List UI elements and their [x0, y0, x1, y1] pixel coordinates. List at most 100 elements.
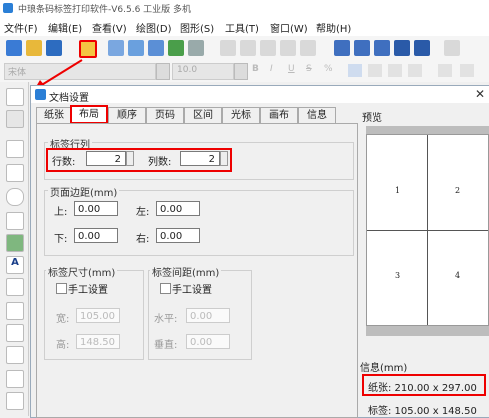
wizard-icon[interactable]	[168, 40, 184, 56]
preview-divider-h	[367, 230, 488, 231]
info-legend: 信息(mm)	[360, 363, 408, 374]
rounded-rect-icon[interactable]	[6, 212, 24, 230]
app-icon	[3, 3, 13, 13]
info-label-size: 标签: 105.00 x 148.50	[368, 406, 477, 417]
dialog-title-bar: 文档设置 ✕	[31, 86, 489, 104]
tab-layout[interactable]: 布局	[70, 105, 108, 124]
cols-spinner[interactable]	[220, 151, 228, 166]
undo-icon[interactable]	[280, 40, 296, 56]
justify-icon[interactable]	[408, 64, 422, 77]
fit-page-icon[interactable]	[394, 40, 410, 56]
margins-legend: 页面边距(mm)	[48, 184, 120, 199]
font-size-select[interactable]: 10.0	[172, 63, 234, 80]
gap-vertical-input[interactable]: 0.00	[186, 334, 230, 349]
open-icon[interactable]	[26, 40, 42, 56]
margin-bottom-label: 下:	[54, 234, 68, 245]
paste-icon[interactable]	[260, 40, 276, 56]
cols-label: 列数:	[148, 157, 172, 168]
menu-draw[interactable]: 绘图(D)	[136, 20, 172, 35]
italic-button[interactable]: I	[270, 64, 273, 74]
indent-icon[interactable]	[460, 64, 474, 77]
shape-icon[interactable]	[6, 324, 24, 342]
redo-icon[interactable]	[300, 40, 316, 56]
pan-icon[interactable]	[6, 110, 24, 128]
menu-help[interactable]: 帮助(H)	[316, 20, 351, 35]
margin-left-input[interactable]: 0.00	[156, 201, 200, 216]
zoom-in-icon[interactable]	[334, 40, 350, 56]
title-bar: 中琅条码标签打印软件-V6.5.6 工业版 多机	[0, 0, 489, 16]
label-height-label: 高:	[56, 340, 70, 351]
label-width-label: 宽:	[56, 314, 70, 325]
label-gap-manual-label: 手工设置	[172, 285, 212, 296]
label-gap-legend: 标签间距(mm)	[150, 264, 222, 279]
label-size-manual-label: 手工设置	[68, 285, 108, 296]
strikethrough-button[interactable]: S	[306, 64, 312, 74]
bold-button[interactable]: B	[252, 64, 259, 74]
dialog-icon	[35, 89, 46, 100]
paragraph-icon[interactable]	[6, 278, 24, 296]
percent-button[interactable]: %	[324, 64, 333, 74]
spacing-icon[interactable]	[438, 64, 452, 77]
qrcode-icon[interactable]	[6, 346, 24, 364]
barcode-icon[interactable]	[6, 302, 24, 320]
close-icon[interactable]: ✕	[475, 87, 485, 101]
zoom-icon[interactable]	[374, 40, 390, 56]
margin-bottom-input[interactable]: 0.00	[74, 228, 118, 243]
margin-top-input[interactable]: 0.00	[74, 201, 118, 216]
pointer-icon[interactable]	[6, 88, 24, 106]
arc-icon[interactable]	[6, 392, 24, 410]
preview-cell-2: 2	[455, 186, 461, 195]
preview-legend: 预览	[362, 113, 382, 124]
gap-vertical-label: 垂直:	[154, 340, 178, 351]
image-icon[interactable]	[6, 234, 24, 252]
actual-size-icon[interactable]	[414, 40, 430, 56]
misc-icon[interactable]	[444, 40, 460, 56]
database-icon[interactable]	[148, 40, 164, 56]
gap-horizontal-input[interactable]: 0.00	[186, 308, 230, 323]
margin-right-input[interactable]: 0.00	[156, 228, 200, 243]
grid-icon[interactable]	[188, 40, 204, 56]
preview-cell-3: 3	[395, 271, 401, 280]
rows-input[interactable]: 2	[86, 151, 126, 166]
gap-horizontal-label: 水平:	[154, 314, 178, 325]
size-dropdown-icon[interactable]	[234, 63, 248, 80]
align-right-icon[interactable]	[388, 64, 402, 77]
preview-cell-1: 1	[395, 186, 401, 195]
menu-edit[interactable]: 编辑(E)	[48, 20, 82, 35]
cut-icon[interactable]	[220, 40, 236, 56]
align-left-icon[interactable]	[348, 64, 362, 77]
copy-icon[interactable]	[240, 40, 256, 56]
font-dropdown-icon[interactable]	[156, 63, 170, 80]
rectangle-icon[interactable]	[6, 164, 24, 182]
menu-file[interactable]: 文件(F)	[4, 20, 38, 35]
print-preview-icon[interactable]	[128, 40, 144, 56]
text-icon[interactable]: A	[6, 256, 24, 274]
preview-paper: 1 2 3 4	[366, 134, 489, 326]
label-width-input[interactable]: 105.00	[76, 308, 120, 323]
label-size-manual-checkbox[interactable]	[56, 283, 67, 294]
zoom-out-icon[interactable]	[354, 40, 370, 56]
label-height-input[interactable]: 148.50	[76, 334, 120, 349]
label-gap-manual-checkbox[interactable]	[160, 283, 171, 294]
rows-label: 行数:	[52, 157, 76, 168]
margin-right-label: 右:	[136, 234, 150, 245]
cols-input[interactable]: 2	[180, 151, 220, 166]
new-icon[interactable]	[6, 40, 22, 56]
menu-tools[interactable]: 工具(T)	[225, 20, 259, 35]
menu-shape[interactable]: 图形(S)	[180, 20, 214, 35]
ellipse-icon[interactable]	[6, 188, 24, 206]
app-title: 中琅条码标签打印软件-V6.5.6 工业版 多机	[18, 5, 192, 15]
menu-window[interactable]: 窗口(W)	[270, 20, 308, 35]
menu-view[interactable]: 查看(V)	[92, 20, 127, 35]
rows-spinner[interactable]	[126, 151, 134, 166]
align-center-icon[interactable]	[368, 64, 382, 77]
margin-left-label: 左:	[136, 207, 150, 218]
curve-icon[interactable]	[6, 370, 24, 388]
info-paper-size: 纸张: 210.00 x 297.00	[368, 383, 477, 394]
line-icon[interactable]	[6, 140, 24, 158]
dialog-title: 文档设置	[49, 93, 89, 104]
print-icon[interactable]	[108, 40, 124, 56]
save-icon[interactable]	[46, 40, 62, 56]
underline-button[interactable]: U	[288, 64, 295, 74]
margins-group	[44, 190, 354, 256]
